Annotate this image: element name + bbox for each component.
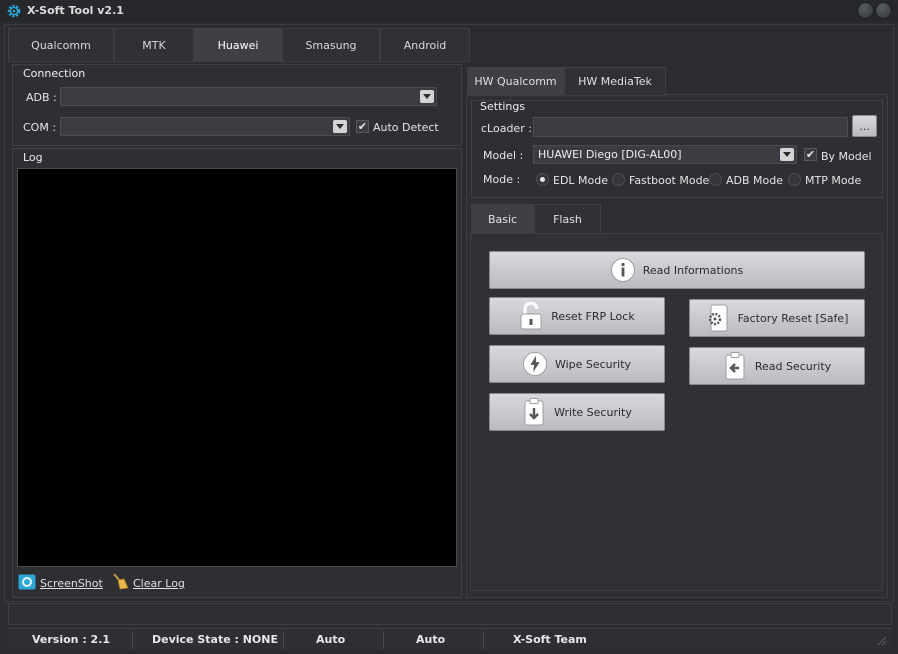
auto-detect-checkbox[interactable]: ✔ (356, 120, 369, 133)
by-model-checkbox[interactable]: ✔ (804, 148, 817, 161)
unlock-icon (519, 302, 543, 330)
main-tab-bar: Qualcomm MTK Huawei Smasung Android (8, 28, 470, 62)
wipe-security-button[interactable]: Wipe Security (489, 345, 665, 383)
browse-label: ... (859, 119, 870, 133)
chevron-down-icon[interactable] (420, 90, 434, 103)
status-divider (283, 631, 284, 649)
phone-settings-icon (706, 304, 730, 332)
tab-huawei[interactable]: Huawei (194, 28, 282, 62)
read-security-button[interactable]: Read Security (689, 347, 865, 385)
adb-label: ADB : (26, 91, 57, 104)
model-label: Model : (483, 149, 524, 162)
title-bar (0, 0, 898, 22)
connection-title: Connection (23, 67, 86, 80)
status-divider (383, 631, 384, 649)
browse-button[interactable]: ... (852, 115, 877, 137)
cloader-label: cLoader : (481, 122, 532, 135)
tab-label: HW Qualcomm (474, 75, 557, 88)
tab-label: MTK (142, 38, 166, 52)
clear-log-link[interactable]: Clear Log (133, 577, 185, 590)
radio-adb-mode[interactable] (709, 173, 722, 186)
radio-mtp-mode[interactable] (788, 173, 801, 186)
mode-label: Mode : (483, 173, 521, 186)
settings-title: Settings (480, 100, 526, 113)
reset-frp-button[interactable]: Reset FRP Lock (489, 297, 665, 335)
status-bar: Version : 2.1 Device State : NONE Auto A… (8, 628, 892, 650)
model-select[interactable]: HUAWEI Diego [DIG-AL00] (533, 145, 797, 164)
progress-bar (8, 603, 892, 625)
lightning-icon (522, 352, 547, 376)
close-button[interactable] (875, 2, 892, 19)
log-output[interactable] (17, 168, 457, 567)
tab-basic[interactable]: Basic (471, 204, 534, 234)
tab-android[interactable]: Android (380, 28, 470, 62)
by-model-label: By Model (821, 150, 872, 163)
tab-label: Flash (553, 212, 582, 226)
radio-fastboot-mode[interactable] (612, 173, 625, 186)
minimize-button[interactable] (857, 2, 874, 19)
write-security-button[interactable]: Write Security (489, 393, 665, 431)
auto-detect-label: Auto Detect (373, 121, 439, 134)
tab-hw-qualcomm[interactable]: HW Qualcomm (467, 67, 564, 96)
status-version: Version : 2.1 (32, 633, 111, 646)
status-team: X-Soft Team (513, 633, 587, 646)
camera-icon[interactable] (18, 574, 36, 590)
edl-mode-label: EDL Mode (553, 174, 609, 187)
gear-icon (6, 3, 22, 19)
tab-label: Android (403, 38, 447, 52)
tab-label: HW MediaTek (578, 75, 652, 88)
log-title: Log (23, 151, 43, 164)
tab-flash[interactable]: Flash (534, 204, 601, 234)
status-divider (132, 631, 133, 649)
tab-label: Huawei (217, 38, 259, 52)
resize-grip-icon[interactable] (877, 636, 887, 646)
radio-edl-mode[interactable] (536, 173, 549, 186)
model-value: HUAWEI Diego [DIG-AL00] (538, 148, 682, 161)
fastboot-mode-label: Fastboot Mode (629, 174, 710, 187)
tab-smasung[interactable]: Smasung (282, 28, 380, 62)
reset-frp-label: Reset FRP Lock (551, 309, 635, 323)
cloader-field[interactable] (533, 117, 848, 137)
clipboard-import-icon (723, 352, 747, 380)
tab-label: Basic (487, 212, 518, 226)
clipboard-download-icon (522, 398, 546, 426)
adb-select[interactable] (60, 87, 437, 106)
factory-reset-button[interactable]: Factory Reset [Safe] (689, 299, 865, 337)
chevron-down-icon[interactable] (780, 148, 794, 161)
com-select[interactable] (60, 117, 350, 136)
adb-mode-label: ADB Mode (726, 174, 784, 187)
status-auto-2: Auto (416, 633, 446, 646)
check-icon: ✔ (805, 148, 816, 161)
broom-icon[interactable] (111, 572, 129, 590)
mtp-mode-label: MTP Mode (805, 174, 862, 187)
wipe-security-label: Wipe Security (554, 357, 632, 371)
status-divider (483, 631, 484, 649)
write-security-label: Write Security (554, 405, 632, 419)
tab-mtk[interactable]: MTK (114, 28, 194, 62)
tab-qualcomm[interactable]: Qualcomm (8, 28, 114, 62)
app-title: X-Soft Tool v2.1 (27, 4, 124, 17)
factory-reset-label: Factory Reset [Safe] (737, 311, 849, 325)
screenshot-link[interactable]: ScreenShot (40, 577, 103, 590)
read-info-label: Read Informations (642, 263, 744, 277)
status-auto-1: Auto (316, 633, 346, 646)
com-label: COM : (23, 121, 57, 134)
chevron-down-icon[interactable] (333, 120, 347, 133)
status-device-state: Device State : NONE (152, 633, 279, 646)
tab-label: Smasung (305, 38, 357, 52)
info-icon (610, 258, 635, 282)
read-info-button[interactable]: Read Informations (489, 251, 865, 289)
tab-hw-mediatek[interactable]: HW MediaTek (564, 67, 666, 96)
tab-label: Qualcomm (31, 38, 91, 52)
check-icon: ✔ (357, 120, 368, 133)
read-security-label: Read Security (754, 359, 832, 373)
